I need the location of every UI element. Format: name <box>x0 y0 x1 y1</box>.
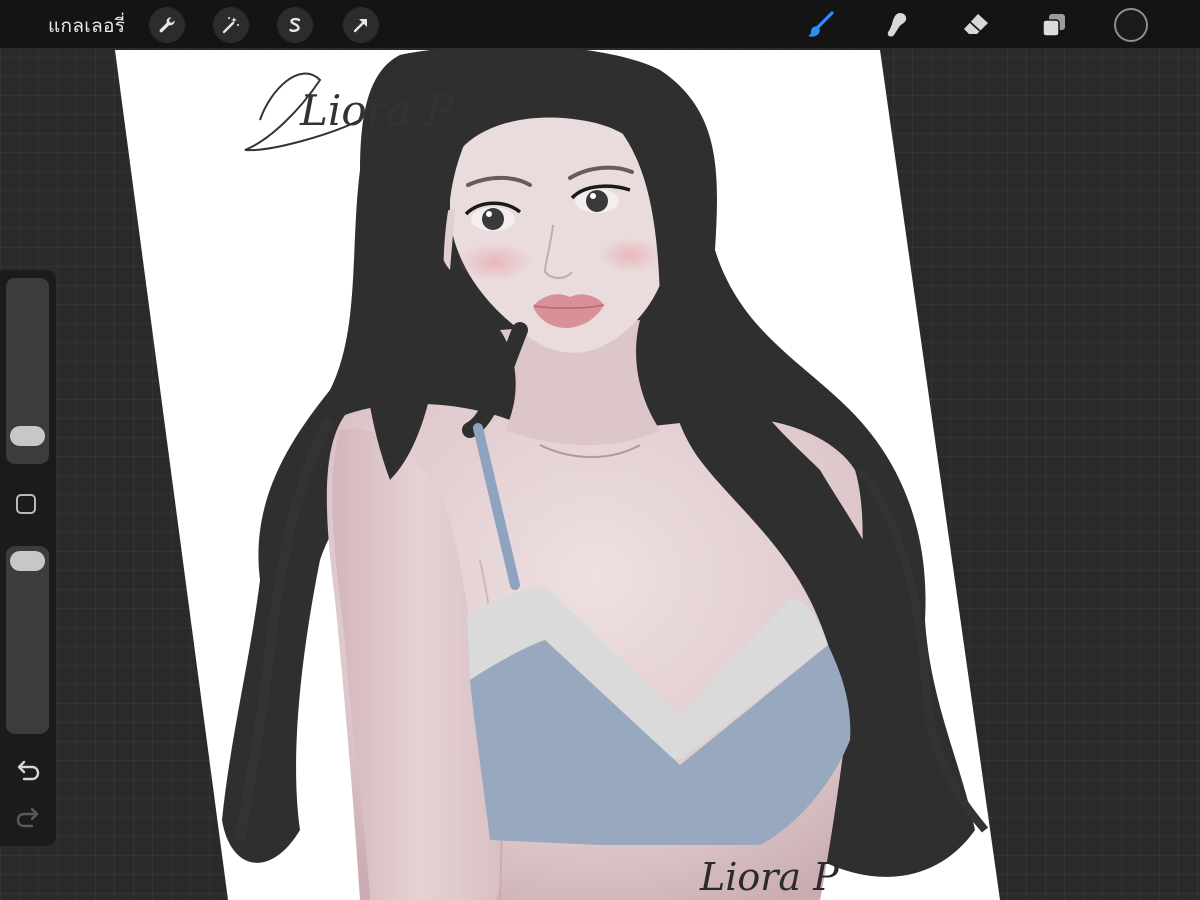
eraser-icon <box>961 10 991 40</box>
drawing-canvas[interactable]: Liora P Liora P <box>0 0 1200 900</box>
modify-button[interactable] <box>16 494 36 514</box>
brush-icon <box>805 10 835 40</box>
brush-tool-button[interactable] <box>801 6 839 44</box>
selection-s-icon <box>285 15 305 35</box>
transform-arrow-icon <box>351 15 371 35</box>
transform-button[interactable] <box>343 7 379 43</box>
cheek-right <box>598 237 662 273</box>
magic-wand-icon <box>221 15 241 35</box>
layers-icon <box>1039 10 1069 40</box>
eraser-tool-button[interactable] <box>957 6 995 44</box>
cheek-left <box>457 242 533 282</box>
color-swatch[interactable] <box>1114 8 1148 42</box>
top-toolbar: แกลเลอรี่ <box>0 0 1200 48</box>
svg-text:Liora P: Liora P <box>699 855 840 899</box>
gallery-button[interactable]: แกลเลอรี่ <box>48 11 125 41</box>
selection-button[interactable] <box>277 7 313 43</box>
undo-button[interactable] <box>14 759 42 783</box>
wrench-icon <box>157 15 177 35</box>
signature-bottom: Liora P <box>699 855 840 899</box>
brush-size-thumb[interactable] <box>10 426 45 446</box>
opacity-slider[interactable] <box>6 546 49 734</box>
opacity-thumb[interactable] <box>10 551 45 571</box>
redo-icon <box>14 807 42 834</box>
redo-button[interactable] <box>14 806 42 830</box>
layers-button[interactable] <box>1035 6 1073 44</box>
brush-size-slider[interactable] <box>6 278 49 464</box>
actions-button[interactable] <box>149 7 185 43</box>
left-sidebar <box>0 270 56 846</box>
smudge-tool-button[interactable] <box>878 6 916 44</box>
undo-icon <box>14 760 42 787</box>
adjustments-button[interactable] <box>213 7 249 43</box>
smudge-icon <box>882 10 912 40</box>
svg-text:Liora P: Liora P <box>299 86 454 135</box>
